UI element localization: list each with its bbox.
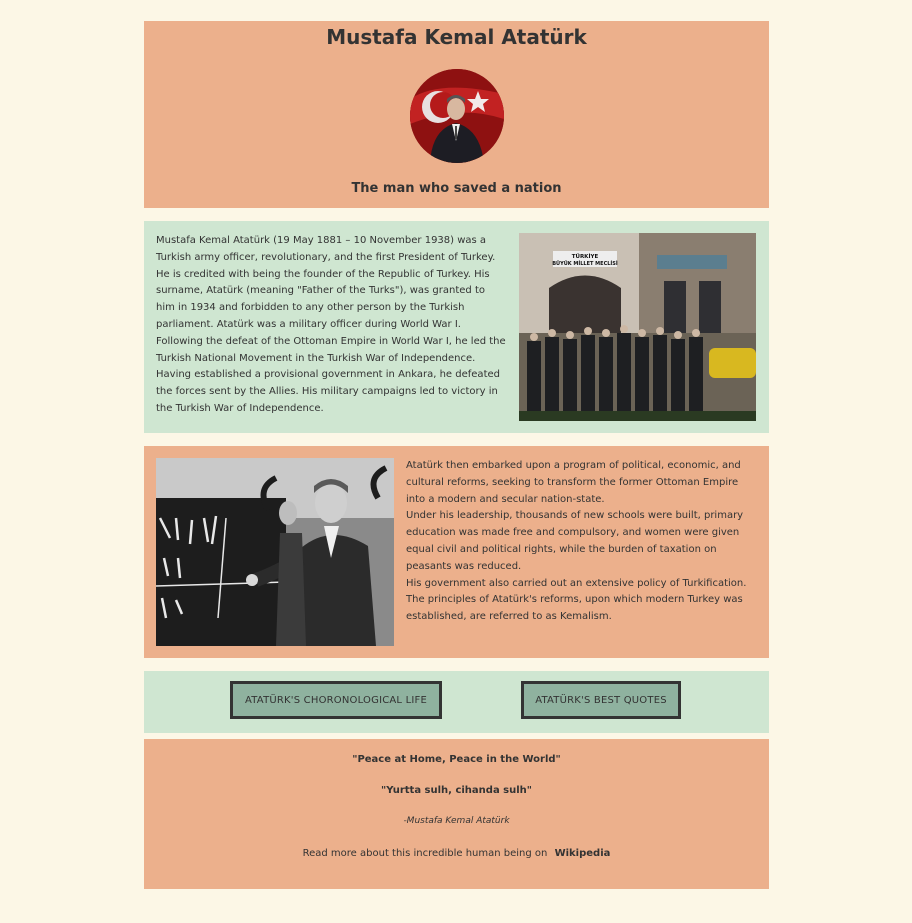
photo-sign-line2: BÜYÜK MİLLET MECLİSİ <box>552 260 618 267</box>
chronological-life-button[interactable]: ATATÜRK'S CHORONOLOGICAL LIFE <box>230 681 442 719</box>
quote-author: -Mustafa Kemal Atatürk <box>403 816 510 826</box>
reforms-paragraph-3: His government also carried out an exten… <box>406 577 747 623</box>
parliament-photo: TÜRKİYE BÜYÜK MİLLET MECLİSİ <box>519 233 756 421</box>
quotes-section: "Peace at Home, Peace in the World" "Yur… <box>144 739 769 889</box>
reforms-paragraph-1: Atatürk then embarked upon a program of … <box>406 460 741 505</box>
read-more-line: Read more about this incredible human be… <box>144 848 769 859</box>
photo-sign-line1: TÜRKİYE <box>572 253 599 260</box>
page-title: Mustafa Kemal Atatürk <box>326 25 587 49</box>
reforms-section: Atatürk then embarked upon a program of … <box>144 446 769 658</box>
biography-section: Mustafa Kemal Atatürk (19 May 1881 – 10 … <box>144 221 769 433</box>
read-more-text: Read more about this incredible human be… <box>302 848 548 859</box>
wikipedia-link[interactable]: Wikipedia <box>555 848 611 859</box>
reforms-paragraph-2: Under his leadership, thousands of new s… <box>406 510 744 572</box>
quote-english: "Peace at Home, Peace in the World" <box>352 754 561 765</box>
best-quotes-button[interactable]: ATATÜRK'S BEST QUOTES <box>521 681 681 719</box>
ataturk-portrait-image <box>410 69 504 163</box>
quote-turkish: "Yurtta sulh, cihanda sulh" <box>380 785 533 796</box>
biography-text: Mustafa Kemal Atatürk (19 May 1881 – 10 … <box>156 235 506 414</box>
alphabet-reform-photo <box>156 458 394 646</box>
hero-section: Mustafa Kemal Atatürk The man who saved … <box>144 21 769 208</box>
page-subtitle: The man who saved a nation <box>351 181 562 196</box>
reforms-text: Atatürk then embarked upon a program of … <box>406 458 756 626</box>
navigation-buttons: ATATÜRK'S CHORONOLOGICAL LIFE ATATÜRK'S … <box>144 671 769 733</box>
